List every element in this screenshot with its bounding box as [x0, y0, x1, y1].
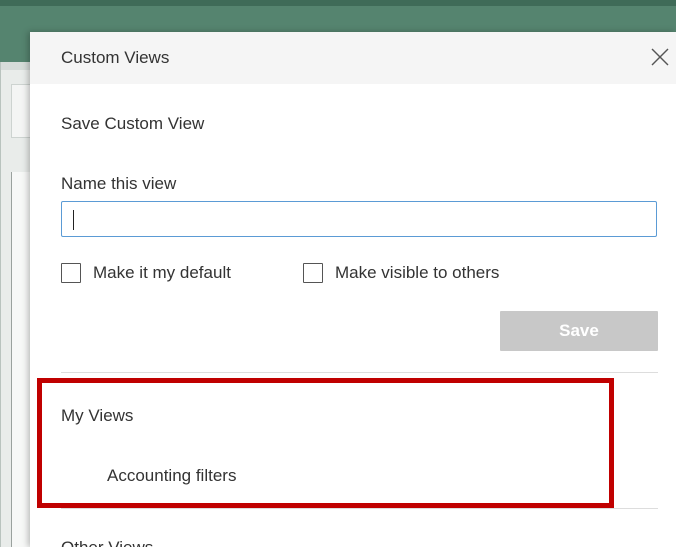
dialog-header: Custom Views — [30, 32, 676, 84]
section-divider — [61, 372, 658, 373]
screen: Custom Views Save Custom View Name this … — [0, 0, 676, 547]
app-background-widget — [11, 84, 32, 138]
app-background-pane — [11, 172, 32, 547]
text-caret — [73, 210, 74, 230]
make-visible-checkbox[interactable] — [303, 263, 323, 283]
save-button[interactable]: Save — [500, 311, 658, 351]
make-visible-checkbox-row[interactable]: Make visible to others — [303, 263, 499, 283]
make-default-checkbox-row[interactable]: Make it my default — [61, 263, 231, 283]
app-background-stripe — [1, 62, 31, 70]
view-name-input[interactable] — [61, 201, 657, 237]
make-default-label: Make it my default — [93, 263, 231, 282]
name-view-label: Name this view — [61, 174, 177, 193]
save-custom-view-title: Save Custom View — [61, 114, 205, 133]
close-button[interactable] — [648, 45, 672, 69]
make-visible-label: Make visible to others — [335, 263, 500, 282]
other-views-title: Other Views — [61, 538, 153, 547]
close-icon — [651, 48, 669, 66]
app-background-bar — [0, 0, 676, 6]
section-divider — [61, 508, 658, 509]
dialog-title: Custom Views — [61, 48, 170, 67]
app-background-panel — [0, 62, 32, 547]
my-views-highlight-annotation — [37, 378, 614, 508]
make-default-checkbox[interactable] — [61, 263, 81, 283]
